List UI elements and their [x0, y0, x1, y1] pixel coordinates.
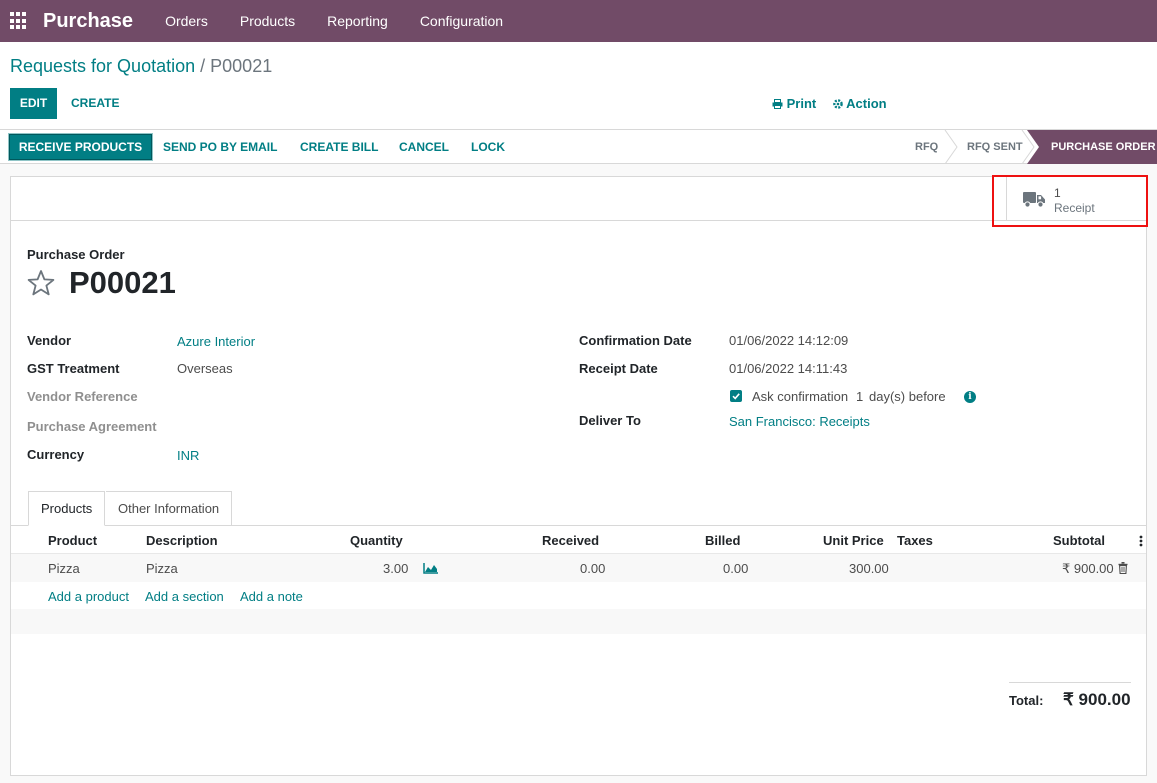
receipt-smart-button[interactable]: 1 Receipt	[1006, 177, 1146, 221]
cell-description[interactable]: Pizza	[146, 561, 178, 576]
currency-label: Currency	[27, 447, 85, 462]
receipt-date-value: 01/06/2022 14:11:43	[729, 361, 848, 376]
deliver-to-value[interactable]: San Francisco: Receipts	[729, 414, 870, 429]
action-label: Action	[846, 96, 887, 111]
add-note-link[interactable]: Add a note	[240, 589, 303, 604]
cell-unit-price[interactable]: 300.00	[849, 561, 889, 576]
cell-quantity[interactable]: 3.00	[383, 561, 408, 576]
confirmation-date-value: 01/06/2022 14:12:09	[729, 333, 849, 348]
menu-configuration[interactable]: Configuration	[420, 13, 503, 29]
column-billed[interactable]: Billed	[705, 533, 740, 548]
form-sheet: 1 Receipt Purchase Order P00021 Vendor A…	[10, 175, 1148, 776]
status-bar: RECEIVE PRODUCTS SEND PO BY EMAIL CREATE…	[0, 130, 1157, 164]
cell-subtotal: ₹ 900.00	[1062, 561, 1114, 576]
print-button[interactable]: Print	[772, 96, 816, 111]
trash-icon[interactable]	[1118, 562, 1128, 574]
breadcrumb-current: P00021	[210, 56, 273, 76]
create-button[interactable]: CREATE	[71, 88, 119, 119]
receipt-date-label: Receipt Date	[579, 361, 658, 376]
create-bill-button[interactable]: CREATE BILL	[300, 130, 378, 164]
menu-orders[interactable]: Orders	[165, 13, 208, 29]
gst-treatment-label: GST Treatment	[27, 361, 120, 376]
total-label: Total:	[1009, 693, 1044, 708]
currency-value[interactable]: INR	[177, 448, 199, 463]
column-options-icon[interactable]	[1139, 535, 1143, 547]
column-quantity[interactable]: Quantity	[350, 533, 403, 548]
print-icon	[772, 99, 783, 109]
stage-rfq[interactable]: RFQ	[915, 130, 938, 164]
tab-products[interactable]: Products	[28, 491, 106, 526]
top-navbar: Purchase Orders Products Reporting Confi…	[0, 0, 1157, 42]
column-received[interactable]: Received	[542, 533, 599, 548]
ask-confirmation-checkbox[interactable]	[730, 390, 742, 402]
check-icon	[732, 393, 740, 400]
vendor-value[interactable]: Azure Interior	[177, 334, 255, 349]
column-taxes[interactable]: Taxes	[897, 533, 933, 548]
app-name[interactable]: Purchase	[43, 10, 133, 33]
cancel-button[interactable]: CANCEL	[399, 130, 449, 164]
vendor-reference-label: Vendor Reference	[27, 389, 138, 404]
add-product-link[interactable]: Add a product	[48, 589, 129, 604]
total-value: ₹ 900.00	[1063, 690, 1131, 709]
cell-billed[interactable]: 0.00	[723, 561, 748, 576]
forecast-chart-icon[interactable]	[423, 563, 438, 574]
order-name: P00021	[69, 265, 176, 300]
gear-icon	[833, 99, 843, 109]
table-row[interactable]	[11, 554, 1146, 582]
notebook-tabs: Products Other Information	[11, 491, 1146, 526]
ask-confirmation-suffix: day(s) before	[869, 389, 946, 404]
column-description[interactable]: Description	[146, 533, 218, 548]
vendor-label: Vendor	[27, 333, 72, 348]
purchase-agreement-label: Purchase Agreement	[27, 419, 157, 434]
breadcrumb-parent[interactable]: Requests for Quotation	[10, 56, 195, 76]
menu-reporting[interactable]: Reporting	[327, 13, 388, 29]
confirmation-date-label: Confirmation Date	[579, 333, 692, 348]
control-panel: Requests for Quotation / P00021 EDIT CRE…	[0, 42, 1157, 130]
truck-icon	[1023, 192, 1045, 208]
column-subtotal[interactable]: Subtotal	[1053, 533, 1105, 548]
receipt-label: Receipt	[1054, 201, 1095, 215]
receipt-count: 1	[1054, 186, 1061, 200]
deliver-to-label: Deliver To	[579, 413, 641, 428]
breadcrumb-separator: /	[200, 56, 206, 76]
tab-other-information[interactable]: Other Information	[106, 491, 233, 526]
cell-received[interactable]: 0.00	[580, 561, 605, 576]
empty-table-row	[11, 609, 1146, 634]
cell-product[interactable]: Pizza	[48, 561, 80, 576]
send-po-email-button[interactable]: SEND PO BY EMAIL	[163, 130, 277, 164]
lock-button[interactable]: LOCK	[471, 130, 505, 164]
document-type-label: Purchase Order	[27, 247, 125, 262]
breadcrumb: Requests for Quotation / P00021	[10, 56, 272, 77]
print-label: Print	[786, 96, 817, 111]
stage-purchase-order[interactable]: PURCHASE ORDER	[1051, 130, 1156, 164]
menu-products[interactable]: Products	[240, 13, 295, 29]
add-section-link[interactable]: Add a section	[145, 589, 224, 604]
edit-button[interactable]: EDIT	[10, 88, 57, 119]
action-button[interactable]: Action	[833, 96, 887, 111]
ask-confirmation-days[interactable]: 1	[856, 389, 863, 404]
smart-button-box: 1 Receipt	[11, 175, 1148, 227]
receive-products-button[interactable]: RECEIVE PRODUCTS	[9, 134, 152, 160]
total-divider	[1009, 682, 1131, 683]
column-unit-price[interactable]: Unit Price	[823, 533, 884, 548]
info-icon[interactable]: i	[964, 391, 976, 403]
ask-confirmation-label: Ask confirmation	[752, 389, 849, 404]
star-icon[interactable]	[27, 269, 55, 297]
apps-menu-icon[interactable]	[10, 12, 28, 30]
column-product[interactable]: Product	[48, 533, 97, 548]
gst-treatment-value: Overseas	[177, 361, 233, 376]
stage-rfq-sent[interactable]: RFQ SENT	[967, 130, 1023, 164]
